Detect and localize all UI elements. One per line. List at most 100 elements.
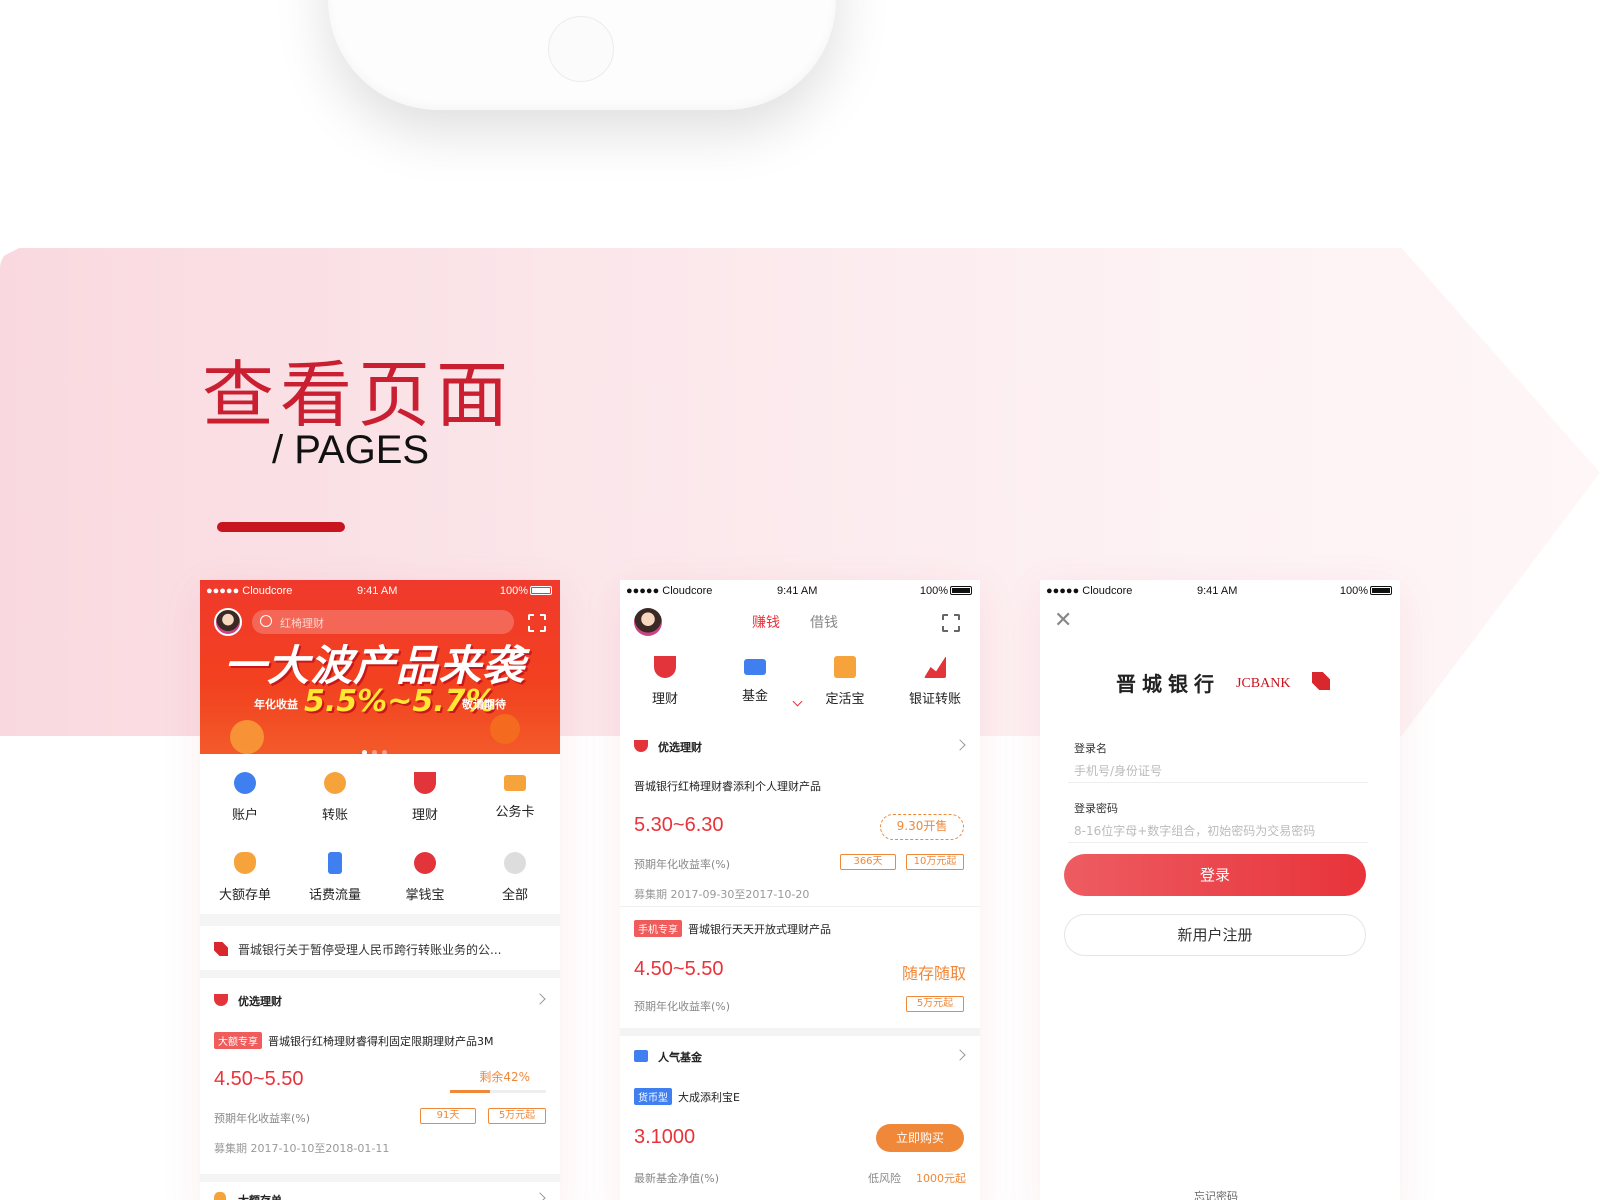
- grid-item-all[interactable]: 全部: [470, 852, 560, 903]
- login-button[interactable]: 登录: [1064, 854, 1366, 896]
- lock-icon: [834, 656, 856, 678]
- grid-item-pocket-treasure[interactable]: 掌钱宝: [380, 852, 470, 903]
- battery-icon: [530, 586, 552, 595]
- chart-up-icon: [924, 656, 946, 678]
- featured-wealth-card[interactable]: 优选理财 大额专享 晋城银行红椅理财睿得利固定限期理财产品3M 4.50~5.50…: [200, 978, 560, 1174]
- search-input[interactable]: 红椅理财: [252, 610, 514, 634]
- grid-item-phone-topup[interactable]: 话费流量: [290, 852, 380, 903]
- carousel-dots: [362, 740, 402, 755]
- carrier-text: ●●●●● Cloudcore: [626, 585, 713, 597]
- grid-item-wealth[interactable]: 理财: [380, 772, 470, 823]
- time-text: 9:41 AM: [777, 585, 818, 597]
- grid-item-large-deposit[interactable]: 大额存单: [200, 852, 290, 903]
- grid-item-business-card[interactable]: 公务卡: [470, 772, 560, 820]
- banner-rate-label: 年化收益: [254, 698, 298, 711]
- money-bag-icon: [214, 1192, 226, 1200]
- divider: [1068, 782, 1368, 783]
- divider: [620, 906, 980, 907]
- section-title-en: / PAGES: [272, 428, 430, 472]
- card-icon: [504, 775, 526, 791]
- promo-banner[interactable]: ●●●●● Cloudcore 9:41 AM 100% 红椅理财 一大波产品来…: [200, 580, 560, 755]
- featured-wealth-card[interactable]: 优选理财 晋城银行红椅理财睿添利个人理财产品 5.30~6.30 9.30开售 …: [620, 726, 980, 1028]
- icon-label: 基金: [741, 689, 768, 704]
- time-text: 9:41 AM: [1197, 585, 1238, 597]
- scan-icon[interactable]: [528, 614, 546, 632]
- password-input[interactable]: 8-16位字母+数字组合，初始密码为交易密码: [1074, 822, 1315, 839]
- bowl-icon: [654, 656, 676, 678]
- icon-wealth[interactable]: 理财: [620, 656, 710, 707]
- notice-text: 晋城银行关于暂停受理人民币跨行转账业务的公...: [238, 943, 502, 957]
- fund-value-label: 最新基金净值(%): [634, 1172, 720, 1185]
- forgot-password-link[interactable]: 忘记密码: [1194, 1188, 1238, 1200]
- password-label: 登录密码: [1074, 802, 1118, 815]
- section-title-cn: 查看页面: [202, 353, 515, 437]
- phone-icon: [328, 852, 342, 874]
- battery-icon: [1370, 586, 1392, 595]
- icon-securities-transfer[interactable]: 银证转账: [890, 656, 980, 707]
- icon-fund[interactable]: 基金: [710, 656, 800, 704]
- rate-label: 预期年化收益率(%): [214, 1112, 311, 1125]
- raise-period: 募集期 2017-09-30至2017-10-20: [634, 888, 810, 901]
- pill-days: 366天: [840, 854, 896, 870]
- fund-value: 3.1000: [634, 1126, 696, 1148]
- chevron-right-icon[interactable]: [534, 993, 546, 1005]
- grid-item-account[interactable]: 账户: [200, 772, 290, 823]
- grid-label: 转账: [321, 808, 348, 823]
- banner-rate-tail: 敬请期待: [462, 698, 506, 711]
- large-deposit-card[interactable]: 大额存单: [200, 1182, 560, 1200]
- battery-icon: [950, 586, 972, 595]
- scan-icon[interactable]: [942, 614, 960, 632]
- avatar[interactable]: [634, 608, 662, 636]
- grid-label: 大额存单: [218, 888, 271, 903]
- raise-period: 募集期 2017-10-10至2018-01-11: [214, 1142, 390, 1155]
- section-title: 优选理财: [658, 741, 702, 754]
- product-tag: 大额专享: [214, 1032, 262, 1049]
- carrier-text: ●●●●● Cloudcore: [206, 585, 293, 597]
- plus-icon: [504, 852, 526, 874]
- rate-label: 预期年化收益率(%): [634, 858, 731, 871]
- divider: [1068, 842, 1368, 843]
- hand-coin-icon: [414, 852, 436, 874]
- section-title: 大额存单: [238, 1192, 282, 1200]
- stage: 查看页面 / PAGES ●●●●● Cloudcore 9:41 AM 100…: [0, 0, 1600, 1200]
- chevron-right-icon[interactable]: [954, 1049, 966, 1061]
- icon-label: 银证转账: [908, 692, 961, 707]
- bank-logo-icon: [214, 942, 228, 956]
- chevron-right-icon[interactable]: [954, 739, 966, 751]
- grid-item-transfer[interactable]: 转账: [290, 772, 380, 823]
- bank-logo-icon: [1312, 672, 1330, 690]
- close-icon[interactable]: ✕: [1054, 608, 1072, 633]
- icon-label: 理财: [651, 692, 678, 707]
- fund-min: 1000元起: [916, 1172, 966, 1185]
- register-button[interactable]: 新用户注册: [1064, 914, 1366, 956]
- decor-bubble: [230, 720, 264, 754]
- buy-now-button[interactable]: 立即购买: [876, 1124, 964, 1152]
- fund-name-text: 大成添利宝E: [678, 1091, 740, 1104]
- product-tag: 手机专享: [634, 920, 682, 937]
- earn-header: ●●●●● Cloudcore 9:41 AM 100% 赚钱 借钱 理财 基金…: [620, 580, 980, 726]
- title-underline: [217, 522, 345, 532]
- chevron-right-icon[interactable]: [534, 1192, 546, 1200]
- phone-bottom-mockup: [328, 0, 836, 110]
- battery-text: 100%: [499, 585, 528, 597]
- fund-icon: [634, 1050, 648, 1062]
- notice-bar[interactable]: 晋城银行关于暂停受理人民币跨行转账业务的公...: [200, 926, 560, 970]
- bowl-icon: [414, 772, 436, 794]
- fund-risk: 低风险: [868, 1172, 901, 1185]
- grid-label: 公务卡: [495, 805, 535, 820]
- phone-home-screen: ●●●●● Cloudcore 9:41 AM 100% 红椅理财 一大波产品来…: [200, 580, 560, 1200]
- product-name-text: 晋城银行红椅理财睿得利固定限期理财产品3M: [268, 1035, 494, 1048]
- product-name: 晋城银行红椅理财睿添利个人理财产品: [634, 780, 821, 793]
- progress-fill: [450, 1090, 491, 1093]
- popular-fund-card[interactable]: 人气基金 货币型 大成添利宝E 3.1000 立即购买 最新基金净值(%) 低风险…: [620, 1036, 980, 1200]
- username-input[interactable]: 手机号/身份证号: [1074, 762, 1162, 779]
- tab-borrow[interactable]: 借钱: [810, 612, 838, 632]
- icon-flexi[interactable]: 定活宝: [800, 656, 890, 707]
- product-name: 大额专享 晋城银行红椅理财睿得利固定限期理财产品3M: [214, 1032, 494, 1049]
- product-rate: 5.30~6.30: [634, 814, 724, 836]
- tab-earn[interactable]: 赚钱: [752, 612, 780, 632]
- bank-logo-en: JCBANK: [1236, 676, 1291, 691]
- status-bar: ●●●●● Cloudcore 9:41 AM 100%: [200, 580, 560, 602]
- battery-indicator: 100%: [1340, 585, 1392, 597]
- money-bag-icon: [234, 852, 256, 874]
